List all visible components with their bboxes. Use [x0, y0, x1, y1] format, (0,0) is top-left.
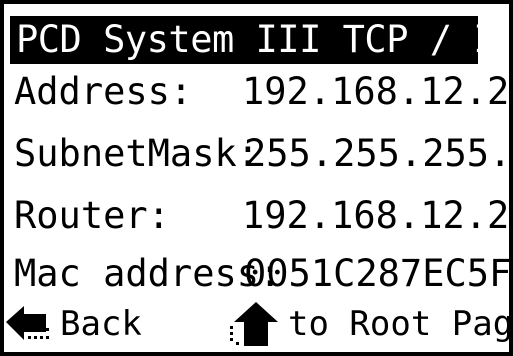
address-value: 192.168.12.220 — [242, 70, 510, 113]
up-arrow-icon — [228, 302, 280, 346]
page-title: PCD System III TCP / IP — [10, 16, 509, 64]
subnet-mask-label: SubnetMask: — [14, 132, 260, 175]
back-label: Back — [60, 304, 142, 344]
address-row: Address: 192.168.12.220 — [14, 68, 509, 116]
mac-address-value: 0051C287EC5F — [244, 252, 512, 295]
address-label: Address: — [14, 70, 193, 113]
mac-address-label: Mac address: — [14, 252, 282, 295]
navigation-bar: Back to Root Page — [4, 294, 509, 352]
root-page-label: to Root Page — [288, 304, 513, 344]
router-label: Router: — [14, 194, 170, 237]
lcd-screen: PCD System III TCP / IP Address: 192.168… — [0, 0, 513, 356]
back-arrow-icon — [6, 306, 54, 344]
router-row: Router: 192.168.12.220 — [14, 192, 509, 240]
subnet-mask-row: SubnetMask: 255.255.255.0 — [14, 130, 509, 178]
mac-address-row: Mac address: 0051C287EC5F — [14, 250, 509, 298]
router-value: 192.168.12.220 — [242, 194, 510, 237]
subnet-mask-value: 255.255.255.0 — [244, 132, 513, 175]
